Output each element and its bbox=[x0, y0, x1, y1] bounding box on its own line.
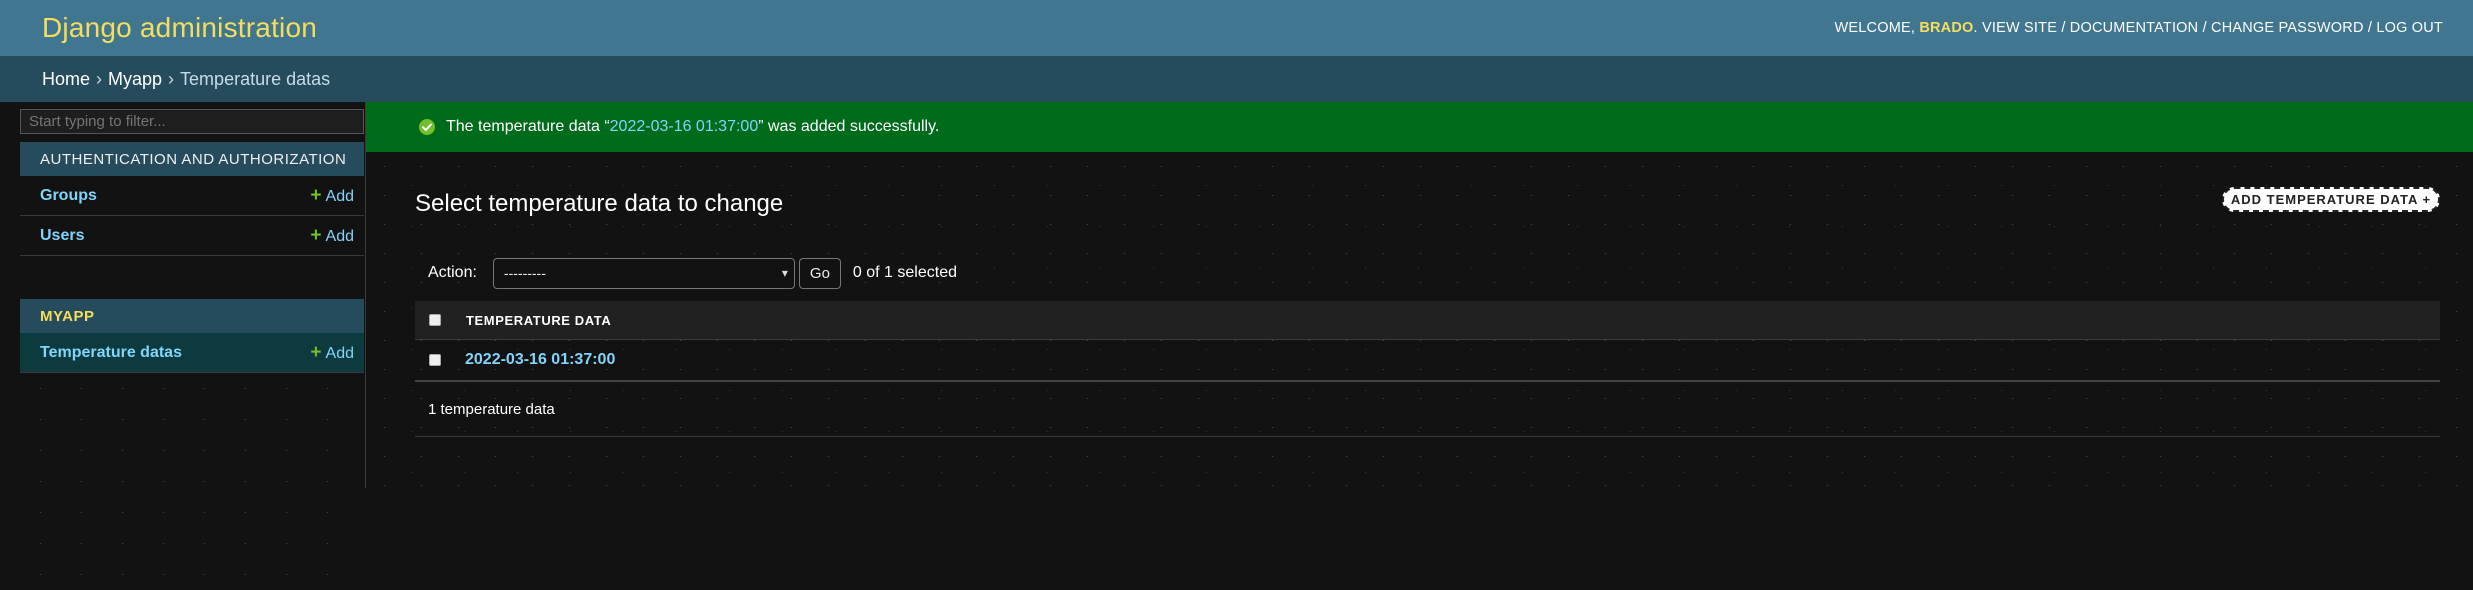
actions-bar: Action: --------- ▾ Go 0 of 1 selected bbox=[415, 257, 957, 289]
table-header: TEMPERATURE DATA bbox=[415, 301, 2440, 340]
log-out-link[interactable]: LOG OUT bbox=[2376, 20, 2443, 36]
action-select[interactable]: --------- ▾ bbox=[492, 257, 795, 289]
app-caption-auth[interactable]: AUTHENTICATION AND AUTHORIZATION bbox=[20, 142, 364, 176]
column-header-temperature-data[interactable]: TEMPERATURE DATA bbox=[466, 313, 611, 328]
temperature-datas-add-button[interactable]: + Add bbox=[310, 342, 354, 364]
view-site-link[interactable]: VIEW SITE bbox=[1982, 20, 2057, 36]
page-title: Select temperature data to change bbox=[415, 190, 784, 217]
row-checkbox[interactable] bbox=[429, 354, 441, 366]
select-all-checkbox[interactable] bbox=[429, 314, 441, 326]
success-message: The temperature data “2022-03-16 01:37:0… bbox=[366, 102, 2473, 152]
message-object-link[interactable]: 2022-03-16 01:37:00 bbox=[610, 118, 759, 135]
sidebar: AUTHENTICATION AND AUTHORIZATION Groups … bbox=[0, 102, 366, 590]
documentation-link[interactable]: DOCUMENTATION bbox=[2070, 20, 2199, 36]
row-link[interactable]: 2022-03-16 01:37:00 bbox=[465, 351, 615, 369]
breadcrumb-home[interactable]: Home bbox=[42, 69, 90, 90]
nav-filter-input[interactable] bbox=[20, 109, 364, 134]
app-caption-myapp[interactable]: MYAPP bbox=[20, 299, 364, 333]
breadcrumb-current: Temperature datas bbox=[180, 68, 331, 89]
add-temperature-data-button[interactable]: ADD TEMPERATURE DATA + bbox=[2222, 187, 2440, 212]
users-add-button[interactable]: + Add bbox=[310, 225, 354, 247]
result-list-table: TEMPERATURE DATA 2022-03-16 01:37:00 1 t… bbox=[415, 301, 2440, 437]
user-tools: WELCOME, BRADO. VIEW SITE / DOCUMENTATIO… bbox=[1834, 20, 2443, 36]
table-row: 2022-03-16 01:37:00 bbox=[415, 340, 2440, 382]
sidebar-item-users: Users + Add bbox=[20, 216, 364, 256]
header: Django administration WELCOME, BRADO. VI… bbox=[0, 0, 2473, 56]
check-circle-icon bbox=[419, 119, 435, 135]
change-password-link[interactable]: CHANGE PASSWORD bbox=[2211, 20, 2364, 36]
breadcrumb-myapp[interactable]: Myapp bbox=[108, 69, 162, 90]
go-button[interactable]: Go bbox=[798, 257, 841, 289]
action-label: Action: bbox=[428, 264, 477, 281]
groups-link[interactable]: Groups bbox=[40, 187, 97, 205]
welcome-text: WELCOME, bbox=[1834, 20, 1916, 36]
chevron-down-icon: ▾ bbox=[781, 266, 788, 280]
users-link[interactable]: Users bbox=[40, 227, 84, 245]
action-counter: 0 of 1 selected bbox=[852, 264, 957, 281]
plus-icon: + bbox=[310, 224, 322, 246]
temperature-datas-link[interactable]: Temperature datas bbox=[40, 344, 182, 362]
sidebar-item-temperature-datas: Temperature datas + Add bbox=[20, 333, 364, 373]
paginator: 1 temperature data bbox=[415, 382, 2440, 437]
groups-add-button[interactable]: + Add bbox=[310, 185, 354, 207]
sidebar-item-groups: Groups + Add bbox=[20, 176, 364, 216]
breadcrumb: Home › Myapp › Temperature datas bbox=[0, 56, 2473, 102]
plus-icon: + bbox=[310, 184, 322, 206]
site-name[interactable]: Django administration bbox=[42, 12, 317, 44]
plus-icon: + bbox=[310, 341, 322, 363]
username: BRADO bbox=[1919, 20, 1974, 36]
